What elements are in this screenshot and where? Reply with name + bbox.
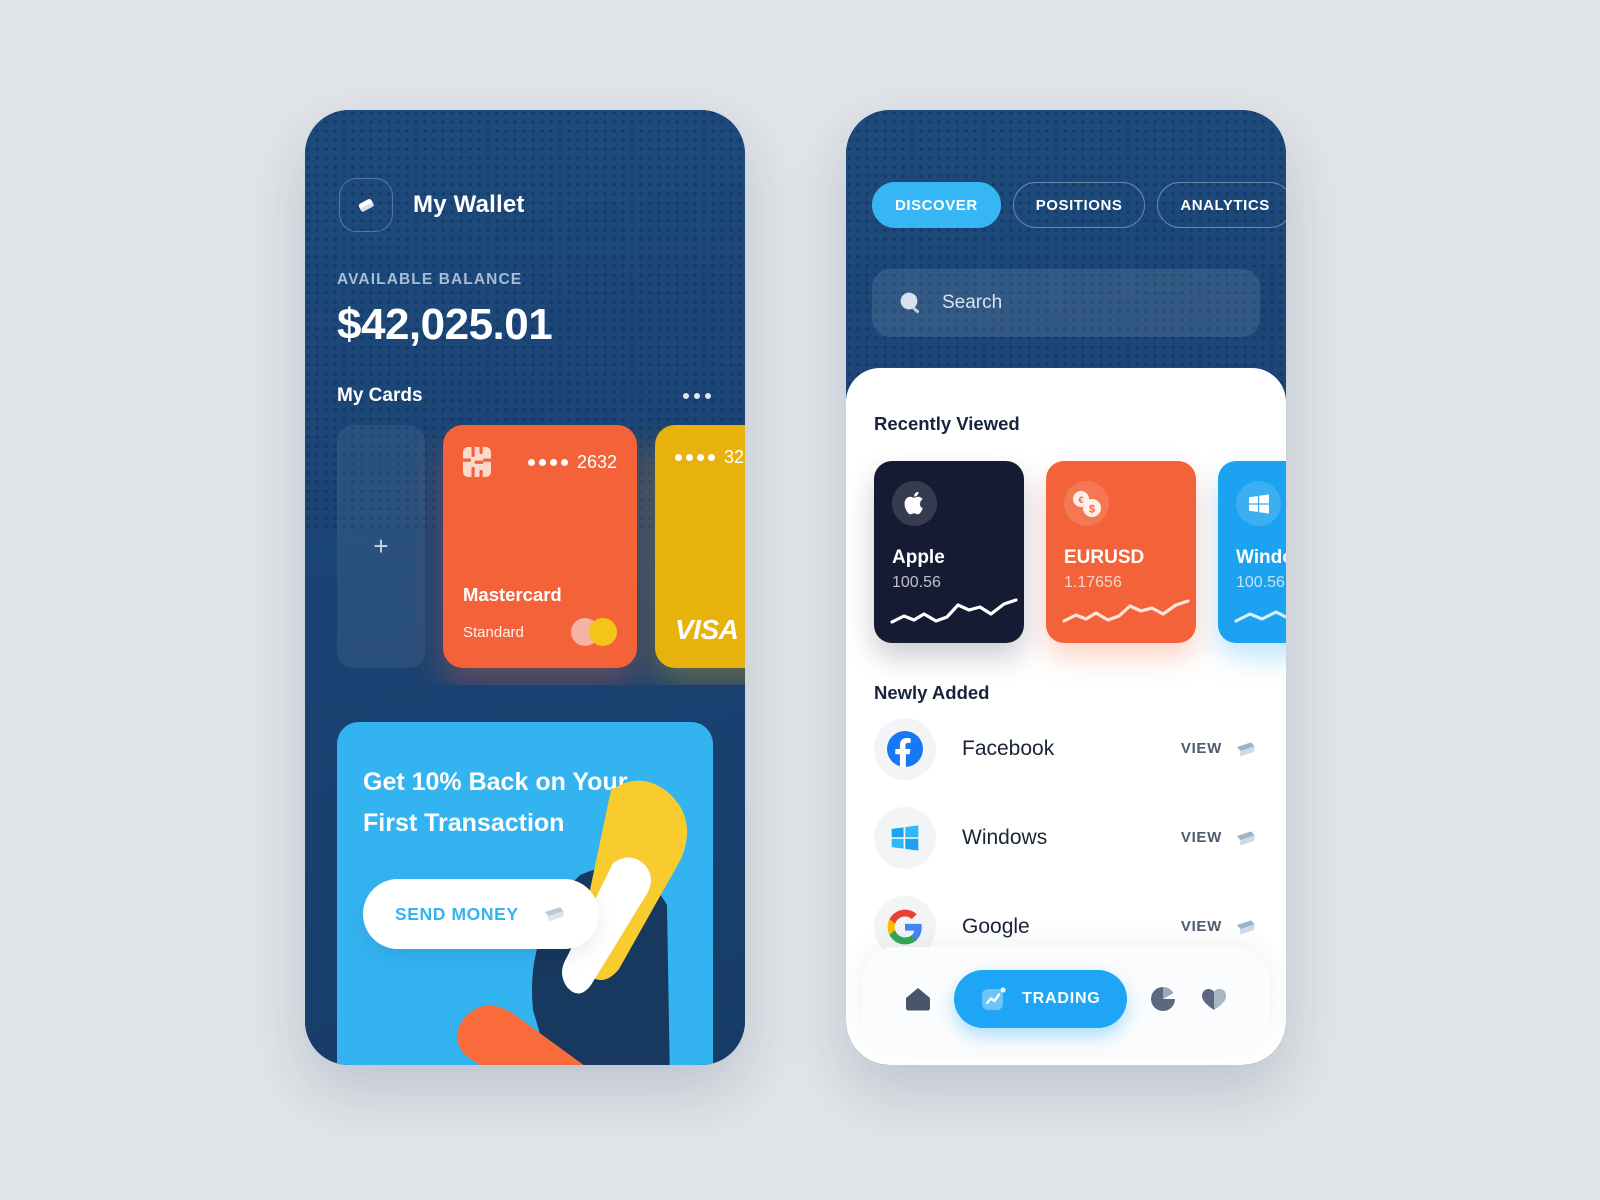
sparkline-chart: [1234, 610, 1286, 623]
nav-favorites-button[interactable]: [1199, 984, 1229, 1014]
windows-logo: [891, 824, 919, 851]
view-label[interactable]: VIEW: [1181, 918, 1222, 935]
asset-tile-apple[interactable]: Apple 100.56: [874, 461, 1024, 643]
svg-text:$: $: [1088, 503, 1094, 515]
chart-icon: [982, 987, 1006, 1010]
send-money-button[interactable]: SEND MONEY: [363, 879, 599, 949]
wallet-icon-badge[interactable]: [339, 178, 393, 232]
send-money-label: SEND MONEY: [395, 903, 519, 924]
list-item-label: Windows: [962, 825, 1048, 849]
windows-logo-circle: [1236, 481, 1281, 526]
tab-discover[interactable]: DISCOVER: [872, 182, 1001, 228]
recently-viewed-section: Recently Viewed Apple 100.56 € $ EURUSD …: [874, 413, 1286, 643]
tab-analytics[interactable]: ANALYTICS: [1157, 182, 1286, 228]
card-number-masked: 325: [675, 447, 745, 468]
heart-icon: [1202, 989, 1227, 1010]
view-label[interactable]: VIEW: [1181, 740, 1222, 757]
mastercard-logo: [571, 618, 617, 646]
balance-label: AVAILABLE BALANCE: [337, 271, 523, 288]
asset-value: 1.17656: [1064, 574, 1122, 591]
card-last4: 325: [724, 447, 745, 467]
asset-name: Apple: [892, 547, 945, 568]
list-item-windows[interactable]: Windows VIEW: [874, 793, 1258, 882]
asset-tile-eurusd[interactable]: € $ EURUSD 1.17656: [1046, 461, 1196, 643]
masked-dots: [527, 458, 568, 466]
coins-icon: € $: [1072, 490, 1101, 517]
apple-logo-circle: [892, 481, 937, 526]
google-logo: [887, 909, 922, 944]
view-label[interactable]: VIEW: [1181, 829, 1222, 846]
asset-tile-windows[interactable]: Windows 100.56: [1218, 461, 1286, 643]
credit-card-visa[interactable]: 325 VISA: [655, 425, 745, 668]
wallet-header: My Wallet: [339, 178, 525, 232]
balance-amount: $42,025.01: [337, 300, 553, 349]
nav-trading-label: TRADING: [1022, 990, 1101, 1007]
masked-dots: [675, 454, 715, 461]
card-brand: Mastercard: [463, 584, 562, 605]
promo-banner: Get 10% Back on Your First Transaction S…: [337, 722, 713, 1065]
page-title: My Wallet: [413, 191, 525, 218]
my-cards-header: My Cards: [337, 385, 713, 407]
recently-viewed-heading: Recently Viewed: [874, 413, 1020, 434]
nav-trading-button[interactable]: TRADING: [954, 970, 1127, 1028]
facebook-logo: [887, 730, 923, 767]
sparkline-chart: [890, 598, 1018, 624]
nav-analytics-button[interactable]: [1148, 984, 1178, 1014]
content-sheet: Recently Viewed Apple 100.56 € $ EURUSD …: [846, 368, 1286, 1065]
list-item-label: Google: [962, 914, 1030, 938]
credit-card-mastercard[interactable]: 2632 Mastercard Standard: [443, 425, 637, 668]
home-icon: [905, 988, 930, 1011]
card-number-masked: 2632: [527, 451, 617, 473]
facebook-logo-circle: [874, 717, 936, 780]
plus-icon: +: [373, 531, 389, 561]
asset-value: 100.56: [1236, 574, 1285, 591]
card-tier: Standard: [463, 623, 524, 641]
segment-tabs: DISCOVER POSITIONS ANALYTICS: [872, 182, 1286, 228]
newly-added-heading: Newly Added: [874, 682, 990, 703]
card-last4: 2632: [576, 451, 617, 472]
arrow-icon[interactable]: [1236, 740, 1258, 758]
list-item-facebook[interactable]: Facebook VIEW: [874, 704, 1258, 793]
search-placeholder: Search: [942, 292, 1003, 313]
sparkline-chart: [1062, 599, 1190, 623]
list-item-label: Facebook: [962, 736, 1055, 760]
visa-logo: VISA: [675, 614, 739, 645]
search-input[interactable]: Search: [872, 269, 1260, 337]
asset-name: EURUSD: [1064, 547, 1145, 568]
arrow-icon[interactable]: [1236, 918, 1258, 936]
tab-positions[interactable]: POSITIONS: [1012, 182, 1146, 228]
nav-home-button[interactable]: [903, 984, 933, 1014]
send-icon: [544, 907, 564, 922]
wallet-phone-frame: My Wallet AVAILABLE BALANCE $42,025.01 M…: [305, 110, 745, 1065]
add-card-button[interactable]: +: [337, 425, 425, 668]
coins-icon-circle: € $: [1064, 481, 1109, 526]
ellipsis-icon[interactable]: [681, 387, 713, 405]
asset-value: 100.56: [892, 574, 941, 591]
asset-name: Windows: [1236, 547, 1286, 568]
search-icon: [900, 292, 920, 314]
svg-text:€: €: [1078, 495, 1083, 505]
cards-carousel[interactable]: + 2632 Mastercard Standard 32 VISA: [305, 425, 745, 685]
windows-logo: [1248, 494, 1269, 513]
windows-logo-circle: [874, 806, 936, 869]
wallet-icon: [358, 199, 374, 212]
apple-logo: [904, 491, 923, 514]
bottom-navigation: TRADING: [862, 947, 1270, 1051]
arrow-icon[interactable]: [1236, 829, 1258, 847]
newly-added-section: Newly Added Facebook VIEW Windows VIEW G…: [874, 682, 1258, 971]
my-cards-label: My Cards: [337, 385, 423, 406]
chip-icon: [463, 447, 491, 477]
trading-phone-frame: DISCOVER POSITIONS ANALYTICS Search Rece…: [846, 110, 1286, 1065]
pie-chart-icon: [1150, 987, 1175, 1011]
recently-viewed-list[interactable]: Apple 100.56 € $ EURUSD 1.17656 Wind 100…: [874, 461, 1286, 643]
